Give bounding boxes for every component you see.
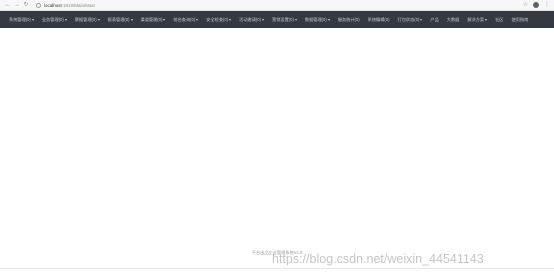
nav-item-3[interactable]: 报表管理(0) bbox=[108, 17, 133, 23]
footer-divider bbox=[0, 268, 554, 269]
nav-item-label: 渠道管理(0) bbox=[140, 16, 163, 22]
nav-item-6[interactable]: 安全检查(0) bbox=[206, 16, 232, 23]
nav-item-label: 社区 bbox=[495, 16, 504, 22]
main-navbar: 系统管理(0) 业务管理(0) 票据管理(0) 报表管理(0) 渠道管理(0) 前台查询(… bbox=[0, 11, 554, 28]
nav-item-label: 票据管理(0) bbox=[74, 16, 97, 22]
nav-item-12[interactable]: 打包状态(0) bbox=[398, 17, 423, 23]
url-path: :1919/Main/Main bbox=[61, 2, 96, 8]
caret-down-icon bbox=[97, 18, 100, 21]
nav-item-label: 前台查询(0) bbox=[173, 16, 196, 22]
nav-item-label: 服务统计(0) bbox=[337, 16, 360, 22]
reload-icon[interactable]: ↻ bbox=[22, 1, 30, 9]
nav-item-label: 解决方案 bbox=[467, 16, 485, 22]
nav-item-label: 营销设置(0) bbox=[272, 16, 294, 22]
nav-item-1[interactable]: 业务管理(0) bbox=[42, 17, 67, 23]
nav-item-2[interactable]: 票据管理(0) bbox=[75, 17, 100, 23]
caret-down-icon bbox=[163, 18, 166, 21]
nav-item-10[interactable]: 服务统计(0) bbox=[338, 17, 360, 23]
nav-item-label: 产品 bbox=[430, 16, 439, 22]
profile-avatar-icon[interactable] bbox=[533, 2, 539, 8]
nav-item-label: 安全检查(0) bbox=[206, 16, 229, 22]
nav-item-label: 系统管理(0) bbox=[9, 16, 31, 22]
nav-item-0[interactable]: 系统管理(0) bbox=[9, 17, 34, 23]
caret-down-icon bbox=[31, 18, 34, 21]
nav-item-label: 活动邀请(0) bbox=[239, 16, 261, 22]
nav-item-17[interactable]: 使用指南 bbox=[512, 17, 529, 23]
caret-down-icon bbox=[294, 18, 297, 21]
nav-item-label: 报表管理(0) bbox=[107, 16, 130, 22]
caret-down-icon bbox=[420, 18, 423, 21]
address-bar[interactable]: localhost :1919/Main/Main bbox=[36, 1, 95, 9]
nav-item-14[interactable]: 大数据 bbox=[447, 17, 460, 23]
site-info-icon[interactable] bbox=[36, 2, 41, 8]
back-icon[interactable]: ← bbox=[4, 1, 12, 9]
footer-text: 平台出品企业管理系统V1.0 bbox=[251, 250, 303, 255]
browser-actions: ☆ ⋮ bbox=[523, 2, 550, 8]
caret-down-icon bbox=[262, 18, 264, 21]
nav-item-9[interactable]: 数据管理(0) bbox=[305, 17, 330, 23]
nav-item-15[interactable]: 解决方案 bbox=[467, 16, 488, 23]
bookmark-star-icon[interactable]: ☆ bbox=[523, 2, 528, 8]
caret-down-icon bbox=[327, 18, 330, 21]
nav-item-label: 打包状态(0) bbox=[397, 16, 420, 22]
forward-icon[interactable]: → bbox=[13, 1, 21, 9]
nav-item-4[interactable]: 渠道管理(0) bbox=[141, 17, 166, 23]
more-menu-icon[interactable]: ⋮ bbox=[544, 2, 550, 8]
nav-item-13[interactable]: 产品 bbox=[430, 17, 438, 23]
caret-down-icon bbox=[196, 18, 199, 21]
nav-item-label: 使用指南 bbox=[511, 16, 529, 22]
nav-item-label: 数据管理(0) bbox=[304, 16, 327, 22]
nav-item-16[interactable]: 社区 bbox=[495, 17, 503, 23]
nav-item-11[interactable]: 系统编辑(0) bbox=[368, 17, 390, 23]
nav-item-label: 系统编辑(0) bbox=[367, 16, 390, 22]
nav-item-label: 业务管理(0) bbox=[41, 16, 64, 22]
nav-item-8[interactable]: 营销设置(0) bbox=[272, 17, 297, 23]
caret-down-icon bbox=[130, 18, 133, 21]
nav-item-7[interactable]: 活动邀请(0) bbox=[239, 17, 264, 23]
browser-toolbar: ← → ↻ localhost :1919/Main/Main ☆ ⋮ bbox=[0, 0, 554, 11]
caret-down-icon bbox=[229, 18, 232, 21]
caret-down-icon bbox=[64, 18, 67, 21]
page: ← → ↻ localhost :1919/Main/Main ☆ ⋮ 系统管理… bbox=[0, 0, 554, 278]
caret-down-icon bbox=[485, 18, 488, 21]
url-host: localhost bbox=[44, 2, 62, 8]
nav-item-label: 大数据 bbox=[446, 16, 460, 22]
nav-item-5[interactable]: 前台查询(0) bbox=[173, 16, 199, 23]
